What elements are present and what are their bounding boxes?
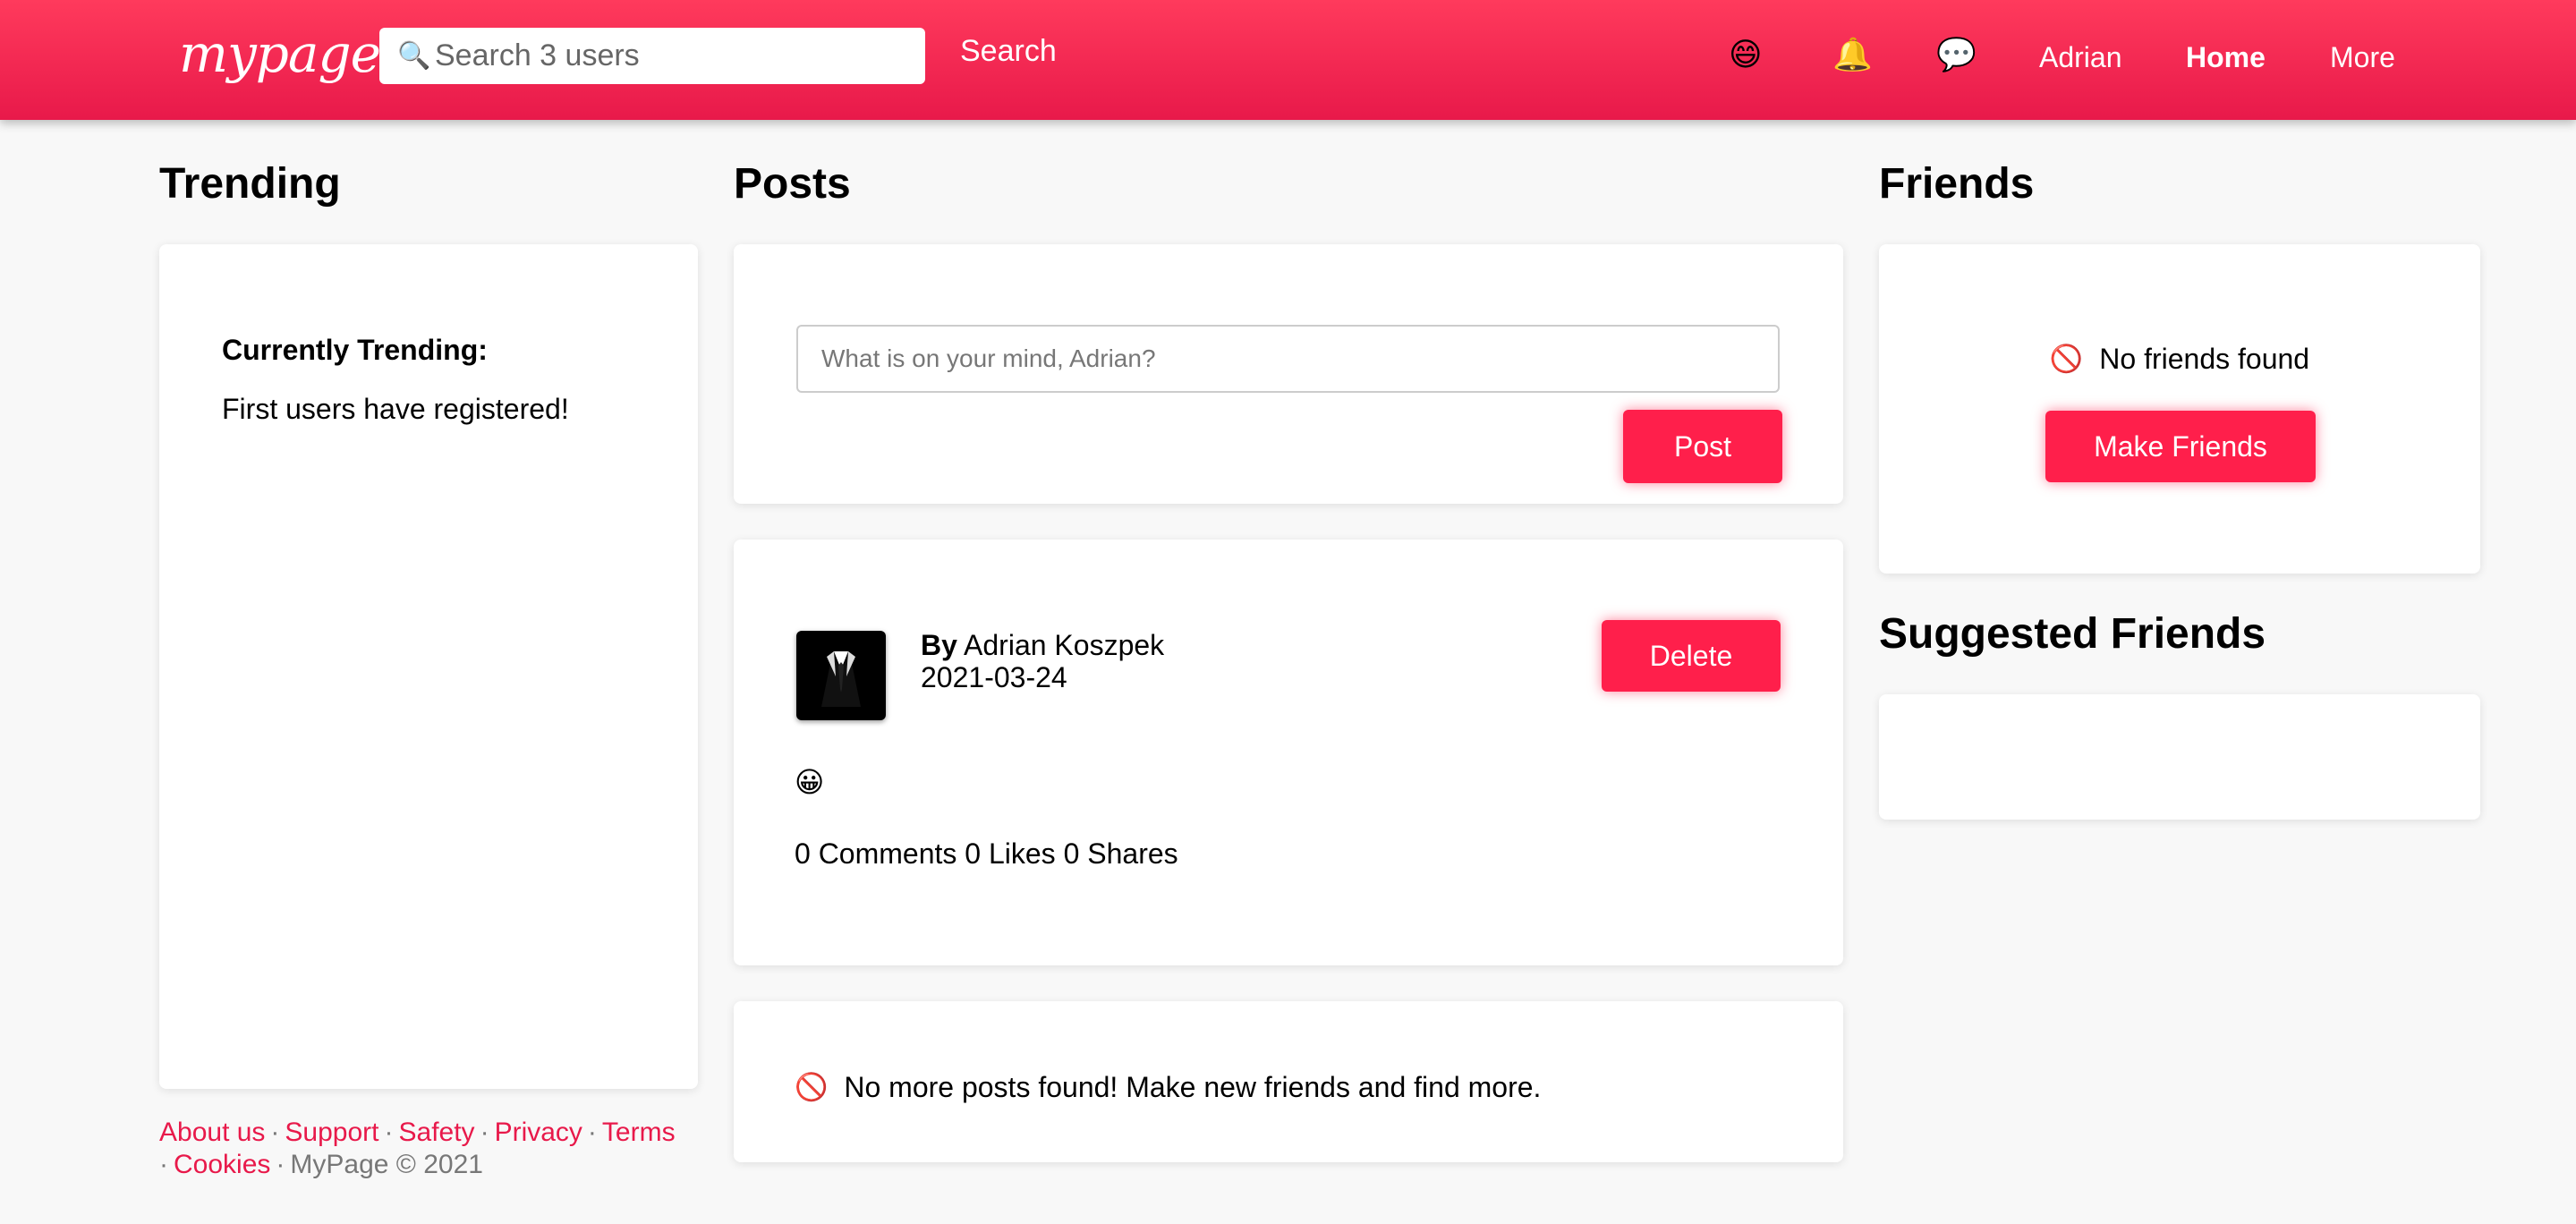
no-more-posts-message: 🚫 No more posts found! Make new friends … [795,1071,1541,1104]
top-navigation-bar: mypage 🔍 Search 😄 🔔 💬 Adrian Home More [0,0,2576,120]
footer-copyright: MyPage © 2021 [290,1150,483,1179]
trending-text: First users have registered! [222,393,569,425]
trending-title: Currently Trending: [222,334,488,366]
footer-link-terms[interactable]: Terms [602,1118,676,1147]
nav-profile-link[interactable]: Adrian [2039,41,2122,74]
footer: About us · Support · Safety · Privacy · Terms · Co… [159,1118,676,1179]
nav-home-link[interactable]: Home [2186,41,2266,74]
delete-post-button[interactable]: Delete [1602,620,1781,692]
footer-link-safety[interactable]: Safety [399,1118,475,1147]
post-button[interactable]: Post [1623,410,1782,483]
post-composer-input[interactable] [796,325,1780,393]
footer-link-about[interactable]: About us [159,1118,265,1147]
search-button[interactable]: Search [960,34,1057,69]
suggested-friends-heading: Suggested Friends [1879,610,2266,658]
nav-more-link[interactable]: More [2330,41,2395,74]
make-friends-button[interactable]: Make Friends [2045,411,2316,482]
footer-link-support[interactable]: Support [285,1118,378,1147]
footer-link-cookies[interactable]: Cookies [174,1150,270,1179]
emoji-icon[interactable]: 😄 [1729,36,1763,73]
avatar[interactable] [796,631,886,720]
trending-heading: Trending [159,160,341,208]
bell-icon[interactable]: 🔔 [1832,36,1873,73]
friends-card: 🚫 No friends found Make Friends [1879,244,2480,574]
post-date: 2021-03-24 [921,661,1067,693]
post-stats[interactable]: 0 Comments 0 Likes 0 Shares [795,837,1178,871]
no-more-posts-text: No more posts found! Make new friends an… [844,1071,1542,1103]
prohibited-icon: 🚫 [2049,344,2084,374]
search-box[interactable]: 🔍 [379,28,925,84]
post-body: 😀 [795,766,825,798]
search-input[interactable] [435,38,900,73]
post-author-name[interactable]: Adrian Koszpek [964,629,1164,661]
prohibited-icon: 🚫 [795,1073,829,1102]
suit-avatar-icon [821,651,861,707]
post-composer-card: Post [734,244,1843,504]
post-card: By Adrian Koszpek 2021-03-24 Delete 😀 0 … [734,540,1843,965]
post-by-label: By [921,629,957,661]
posts-heading: Posts [734,160,851,208]
chat-bubble-icon[interactable]: 💬 [1936,36,1977,73]
no-more-posts-card: 🚫 No more posts found! Make new friends … [734,1001,1843,1162]
footer-link-privacy[interactable]: Privacy [495,1118,582,1147]
trending-card: Currently Trending: First users have reg… [159,244,698,1089]
no-friends-text: No friends found [2099,343,2310,375]
post-author: By Adrian Koszpek [921,629,1164,662]
friends-heading: Friends [1879,160,2035,208]
no-friends-message: 🚫 No friends found [1879,343,2480,376]
mypage-logo[interactable]: mypage [179,23,381,84]
search-icon: 🔍 [397,41,431,71]
suggested-friends-card [1879,694,2480,820]
